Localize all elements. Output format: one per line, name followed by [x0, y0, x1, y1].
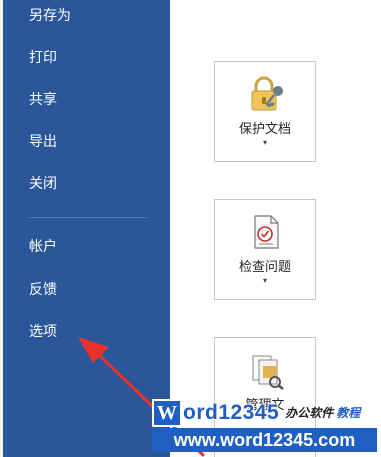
- document-check-icon: [247, 212, 287, 252]
- nav-item-account[interactable]: 帐户: [29, 237, 57, 257]
- chevron-down-icon: ▾: [262, 276, 267, 285]
- nav-item-options[interactable]: 选项: [29, 322, 57, 342]
- inspect-document-button[interactable]: 检查问题 ▾: [214, 199, 316, 300]
- nav-divider: [29, 217, 147, 218]
- watermark-w: W: [152, 398, 182, 427]
- lock-key-icon: [247, 74, 287, 114]
- watermark-tagline: 办公软件: [285, 406, 334, 420]
- nav-item-close[interactable]: 关闭: [29, 174, 57, 194]
- inspect-document-label: 检查问题: [238, 260, 291, 275]
- nav-item-export[interactable]: 导出: [29, 132, 57, 152]
- manage-documents-icon: [247, 350, 287, 390]
- nav-item-print[interactable]: 打印: [29, 48, 57, 68]
- chevron-down-icon: ▾: [262, 138, 267, 147]
- protect-document-label: 保护文档: [238, 122, 291, 137]
- nav-item-feedback[interactable]: 反馈: [29, 280, 57, 300]
- watermark-tagline-2: 教程: [336, 406, 361, 420]
- backstage-nav: 另存为 打印 共享 导出 关闭 帐户 反馈 选项: [3, 0, 170, 457]
- watermark-logo: W ord12345 办公软件 教程: [152, 398, 361, 427]
- nav-item-save-as[interactable]: 另存为: [29, 6, 71, 26]
- protect-document-button[interactable]: 保护文档 ▾: [214, 61, 316, 162]
- watermark-url: www.word12345.com: [152, 428, 377, 452]
- watermark-brand: ord12345: [183, 400, 280, 424]
- nav-item-share[interactable]: 共享: [29, 90, 57, 110]
- content-pane: 保护文档 ▾ 检查问题 ▾ 管理文: [170, 0, 381, 457]
